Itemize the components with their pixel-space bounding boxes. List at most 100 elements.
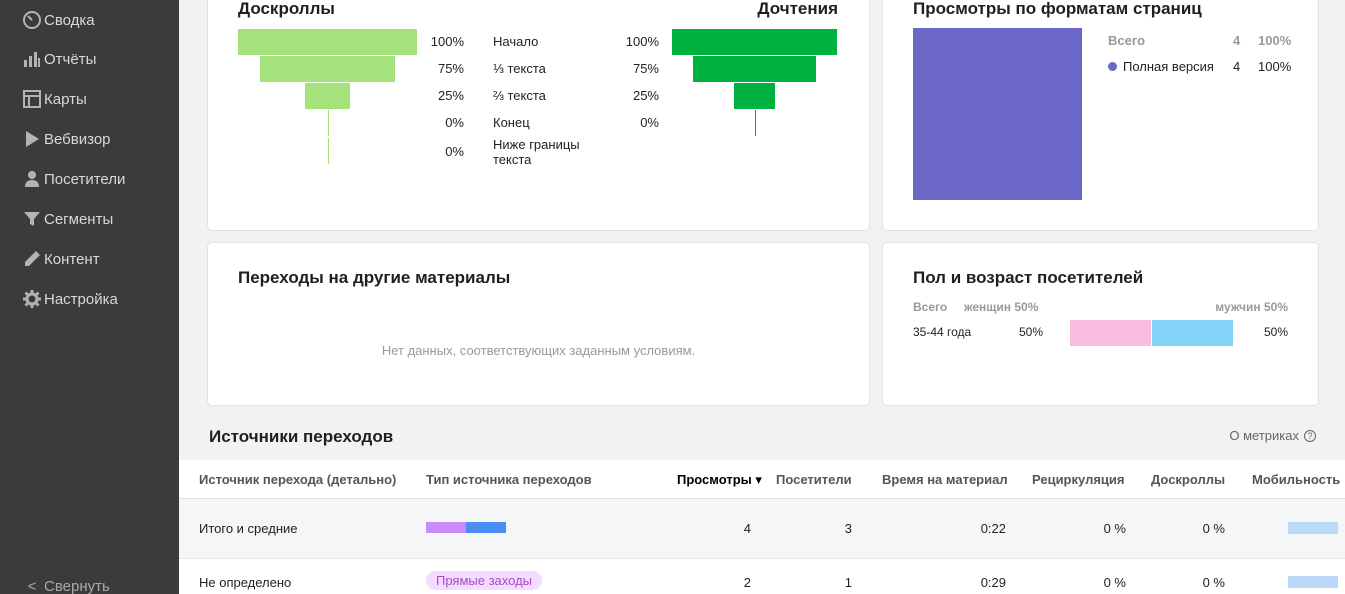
mobility-bar [1288, 522, 1338, 534]
scroll-funnel-card: Доскроллы Дочтения 100% 75% 25% 0% 0% На… [208, 0, 869, 230]
sidebar-item-label: Вебвизор [44, 130, 111, 148]
recirculation-cell: 0 % [1103, 575, 1126, 590]
formats-legend-item: Полная версия [1108, 59, 1214, 74]
col-source[interactable]: Источник перехода (детально) [199, 472, 396, 487]
visitors-cell: 1 [844, 575, 852, 590]
empty-message: Нет данных, соответствующих заданным усл… [381, 343, 696, 358]
sources-title: Источники переходов [209, 427, 394, 446]
collapse-label: Свернуть [44, 577, 110, 594]
gender-title: Пол и возраст посетителей [913, 268, 1144, 287]
scroll-funnel-bar [238, 29, 417, 55]
read-funnel-bar [672, 29, 837, 55]
scrolls-cell: 0 % [1202, 521, 1225, 536]
legend-dot-icon [1108, 62, 1117, 71]
read-throughs-title: Дочтения [757, 0, 838, 18]
sidebar-item-label: Карты [44, 90, 87, 108]
table-row[interactable]: Итого и средние 4 3 0:22 0 % 0 % [179, 499, 1345, 558]
col-views[interactable]: Просмотры ▾ [677, 472, 762, 488]
legend-count: 4 [1233, 59, 1241, 74]
col-time[interactable]: Время на материал [882, 472, 1008, 487]
mobility-bar [1288, 576, 1338, 588]
funnel-stage-label: Конец [493, 115, 530, 130]
sidebar-item-visitors[interactable]: Посетители [0, 159, 179, 199]
transitions-card: Переходы на другие материалы Нет данных,… [208, 243, 869, 405]
main-content: Доскроллы Дочтения 100% 75% 25% 0% 0% На… [179, 0, 1345, 594]
formats-total-count: 4 [1233, 33, 1241, 48]
col-source-type[interactable]: Тип источника переходов [426, 472, 592, 487]
formats-bar [913, 28, 1082, 200]
sidebar-item-label: Сегменты [44, 210, 114, 228]
read-funnel-bar [754, 110, 756, 136]
legend-pct: 100% [1258, 59, 1292, 74]
left-pct: 25% [437, 88, 464, 103]
about-metrics-link[interactable]: О метриках ? [1229, 428, 1316, 443]
left-pct: 0% [445, 115, 464, 130]
right-pct: 25% [632, 88, 659, 103]
scrolls-title: Доскроллы [238, 0, 335, 18]
formats-title: Просмотры по форматам страниц [913, 0, 1202, 18]
sidebar-item-maps[interactable]: Карты [0, 79, 179, 119]
read-funnel-bar [692, 56, 817, 82]
men-bar-segment [1151, 320, 1233, 346]
sidebar-item-segments[interactable]: Сегменты [0, 199, 179, 239]
source-type-bar [426, 522, 506, 533]
left-pct: 0% [445, 144, 464, 159]
sidebar-item-label: Настройка [44, 290, 118, 308]
col-scrolls[interactable]: Доскроллы [1151, 472, 1225, 487]
funnel-stage-label: Начало [493, 34, 539, 49]
views-cell: 2 [743, 575, 751, 590]
formats-total-label: Всего [1108, 33, 1146, 48]
left-pct: 75% [437, 61, 464, 76]
formats-total-pct: 100% [1258, 33, 1292, 48]
scroll-funnel-bar [305, 83, 350, 109]
sidebar-item-summary[interactable]: Сводка [0, 0, 179, 40]
scroll-funnel-bar [260, 56, 395, 82]
sidebar-item-label: Сводка [44, 11, 95, 29]
funnel-stage-label: ⅓ текста [493, 61, 546, 76]
visitors-cell: 3 [844, 521, 852, 536]
right-pct: 100% [625, 34, 659, 49]
time-cell: 0:22 [980, 521, 1006, 536]
left-pct: 100% [430, 34, 464, 49]
women-bar-segment [1070, 320, 1152, 346]
sidebar-item-reports[interactable]: Отчёты [0, 39, 179, 79]
sidebar-item-content[interactable]: Контент [0, 239, 179, 279]
col-visitors[interactable]: Посетители [776, 472, 852, 487]
sidebar-item-label: Контент [44, 250, 100, 268]
scroll-funnel-bar [327, 110, 329, 136]
sidebar-item-webvisor[interactable]: Вебвизор [0, 119, 179, 159]
men-pct: 50% [1263, 325, 1288, 339]
time-cell: 0:29 [980, 575, 1006, 590]
women-header: женщин 50% [964, 300, 1039, 314]
men-header: мужчин 50% [1215, 300, 1288, 314]
sidebar-item-label: Отчёты [44, 50, 97, 68]
col-mobility[interactable]: Мобильность [1252, 472, 1340, 487]
scroll-funnel-bar [327, 138, 329, 164]
gender-bar [1070, 320, 1233, 346]
age-label: 35-44 года [913, 325, 972, 339]
scrolls-cell: 0 % [1202, 575, 1225, 590]
table-row[interactable]: Не определено Прямые заходы 2 1 0:29 0 %… [179, 559, 1345, 594]
views-cell: 4 [743, 521, 751, 536]
women-pct: 50% [1019, 325, 1044, 339]
right-pct: 75% [632, 61, 659, 76]
funnel-stage-label: ⅔ текста [493, 88, 546, 103]
source-type-bar-segment [466, 522, 506, 533]
source-type-chip[interactable]: Прямые заходы [426, 571, 543, 590]
source-cell: Итого и средние [199, 521, 298, 536]
read-funnel-bar [733, 83, 776, 109]
source-cell: Не определено [199, 575, 292, 590]
sidebar-item-label: Посетители [44, 170, 126, 188]
col-recirculation[interactable]: Рециркуляция [1032, 472, 1124, 487]
gender-age-card: Пол и возраст посетителей Всего женщин 5… [883, 243, 1318, 405]
source-type-bar-segment [426, 522, 466, 533]
sidebar-item-settings[interactable]: Настройка [0, 279, 179, 319]
help-icon: ? [1304, 429, 1316, 442]
recirculation-cell: 0 % [1103, 521, 1126, 536]
collapse-button[interactable]: < Свернуть [0, 574, 179, 594]
legend-label: Полная версия [1123, 59, 1214, 74]
formats-bar-segment [913, 28, 1082, 200]
sources-table: Источник перехода (детально) Тип источни… [179, 460, 1345, 594]
transitions-title: Переходы на другие материалы [238, 268, 511, 287]
funnel-stage-label: Ниже границы текста [493, 137, 580, 167]
